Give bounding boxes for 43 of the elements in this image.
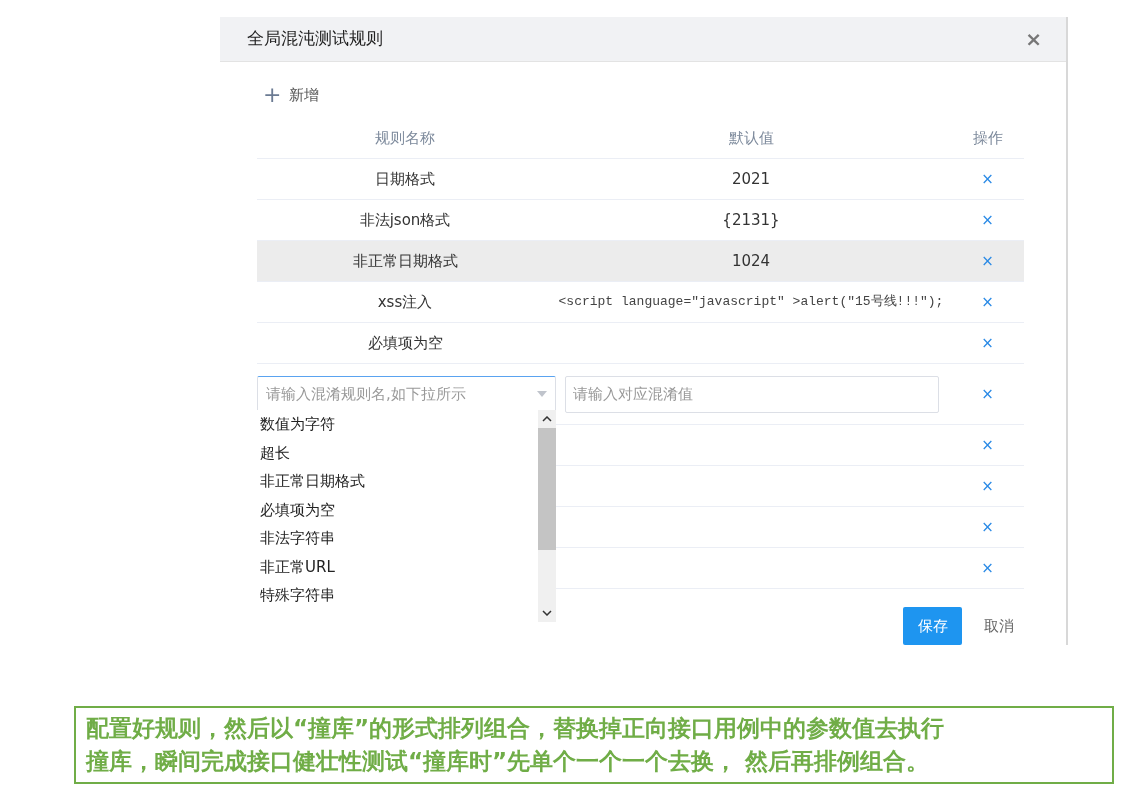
dropdown-option[interactable]: 数值为字符 xyxy=(257,410,538,439)
column-header: 默认值 xyxy=(727,127,775,149)
column-header: 规则名称 xyxy=(374,127,436,149)
add-icon: + xyxy=(263,84,282,106)
delete-button[interactable]: × xyxy=(981,433,994,457)
table-cell-text: 非正常日期格式 xyxy=(351,250,459,272)
caption-text: 撞库，瞬间完成接口健壮性测试“撞库时”先单个一个一个去换， 然后再排例组合。 xyxy=(86,747,931,776)
table-cell-text: <script language="javascript" >alert("15号线!!!"); xyxy=(557,293,945,312)
delete-button[interactable]: × xyxy=(981,474,994,498)
table-cell-text: 2021 xyxy=(730,168,772,190)
table-cell-text: 必填项为空 xyxy=(366,332,444,354)
delete-button[interactable]: × xyxy=(981,167,994,191)
delete-button[interactable]: × xyxy=(981,331,994,355)
delete-button[interactable]: × xyxy=(981,382,994,406)
delete-button[interactable]: × xyxy=(981,249,994,273)
value-input-field[interactable]: 请输入对应混淆值 xyxy=(565,375,939,413)
rule-name-select[interactable]: 请输入混淆规则名,如下拉所示 xyxy=(257,375,556,413)
delete-button[interactable]: × xyxy=(981,515,994,539)
close-button[interactable]: × xyxy=(1025,29,1042,49)
table-cell-text: {2131} xyxy=(721,209,781,231)
dropdown-option[interactable]: 特殊字符串 xyxy=(257,581,538,610)
delete-button[interactable]: × xyxy=(981,290,994,314)
table-cell-text: 日期格式 xyxy=(374,168,436,190)
table-cell-text: 非法json格式 xyxy=(358,209,452,231)
delete-button[interactable]: × xyxy=(981,556,994,580)
dropdown-option[interactable]: 非正常URL xyxy=(257,552,538,581)
table-cell-text: 1024 xyxy=(730,250,772,272)
column-header: 操作 xyxy=(971,127,1004,149)
delete-button[interactable]: × xyxy=(981,208,994,232)
table-cell-text: xss注入 xyxy=(376,291,434,313)
dropdown-option[interactable]: 必填项为空 xyxy=(257,495,538,524)
caption-text: 配置好规则，然后以“撞库”的形式排列组合，替换掉正向接口用例中的参数值去执行 xyxy=(86,714,946,743)
highlighted-row[interactable]: 非正常日期格式 1024 × xyxy=(257,241,1024,282)
dropdown-option[interactable]: 非法字符串 xyxy=(257,524,538,553)
scrollbar-thumb[interactable] xyxy=(538,428,556,550)
dropdown-option[interactable]: 非正常日期格式 xyxy=(257,467,538,496)
scrollbar[interactable] xyxy=(538,410,556,622)
add-button[interactable]: + 新增 xyxy=(257,82,320,108)
dialog-title: 全局混沌测试规则 xyxy=(247,27,383,51)
caret-icon xyxy=(537,391,547,397)
save-button[interactable]: 保存 xyxy=(903,607,962,645)
cancel-button[interactable]: 取消 xyxy=(984,614,1024,638)
dropdown-option[interactable]: 超长 xyxy=(257,438,538,467)
